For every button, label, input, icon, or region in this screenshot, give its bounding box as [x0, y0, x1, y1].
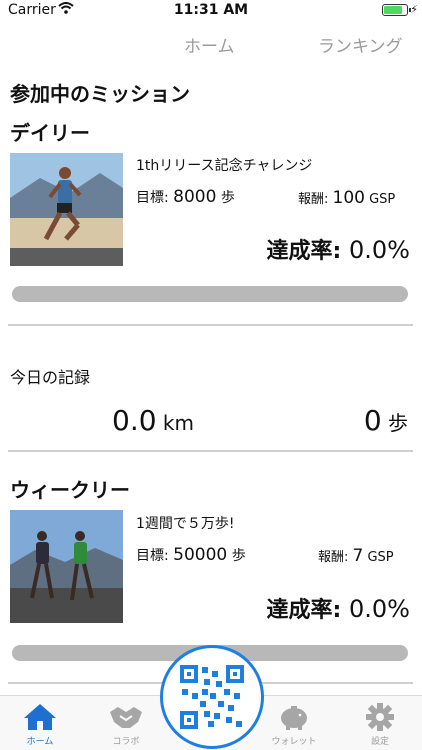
piggy-bank-icon: [281, 706, 307, 730]
handshake-icon: [110, 707, 142, 728]
weekly-rate-value: 0.0%: [349, 595, 410, 623]
weekly-mission-title: 1週間で５万歩!: [136, 516, 235, 532]
divider: [8, 450, 413, 452]
today-record-title: 今日の記録: [10, 368, 91, 387]
weekly-mission-image[interactable]: [10, 510, 123, 623]
tab-home[interactable]: ホーム: [184, 32, 235, 57]
clock: 11:31 AM: [173, 2, 249, 18]
divider: [8, 324, 413, 326]
daily-rate-value: 0.0%: [349, 236, 410, 264]
weekly-heading: ウィークリー: [10, 478, 130, 502]
today-steps-value: 0: [363, 404, 382, 437]
gear-icon: [366, 703, 394, 731]
tab-bar-settings-label: 設定: [370, 737, 389, 747]
daily-progress-bar: [12, 286, 408, 302]
daily-mission-title: 1thリリース記念チャレンジ: [136, 158, 313, 174]
today-distance: 0.0 km: [112, 404, 194, 437]
tab-bar-home[interactable]: ホーム: [8, 696, 72, 750]
daily-reward: 報酬: 100 GSP: [298, 188, 396, 208]
daily-mission-image[interactable]: [10, 153, 123, 266]
tab-bar-home-label: ホーム: [26, 737, 54, 747]
daily-reward-value: 100: [332, 188, 365, 208]
tab-bar-wallet-label: ウォレット: [271, 737, 317, 747]
daily-heading: デイリー: [10, 121, 90, 145]
weekly-achievement-rate: 達成率: 0.0%: [266, 595, 410, 623]
tab-bar-collab-label: コラボ: [112, 737, 140, 747]
tab-bar-wallet[interactable]: ウォレット: [262, 696, 326, 750]
weekly-goal: 目標: 50000 歩: [136, 545, 246, 565]
daily-achievement-rate: 達成率: 0.0%: [266, 236, 410, 264]
tab-bar-collab[interactable]: コラボ: [94, 696, 158, 750]
section-title: 参加中のミッション: [10, 82, 190, 106]
qr-scan-button[interactable]: [160, 645, 264, 749]
charging-icon: ⚡: [410, 3, 418, 16]
tab-ranking[interactable]: ランキング: [318, 32, 403, 57]
daily-goal-value: 8000: [173, 187, 217, 207]
tab-bar-settings[interactable]: 設定: [348, 696, 412, 750]
weekly-reward-value: 7: [352, 546, 364, 566]
top-tab-bar: ホーム ランキング: [0, 32, 422, 60]
today-distance-value: 0.0: [112, 404, 157, 437]
daily-goal: 目標: 8000 歩: [136, 187, 235, 207]
home-icon: [24, 704, 56, 730]
today-steps: 0 歩: [363, 404, 408, 437]
status-bar: Carrier 11:31 AM ⚡: [0, 0, 422, 22]
battery-icon: [382, 4, 411, 16]
weekly-reward: 報酬: 7 GSP: [318, 546, 394, 566]
qr-code-icon: [180, 665, 244, 729]
weekly-goal-value: 50000: [173, 545, 228, 565]
